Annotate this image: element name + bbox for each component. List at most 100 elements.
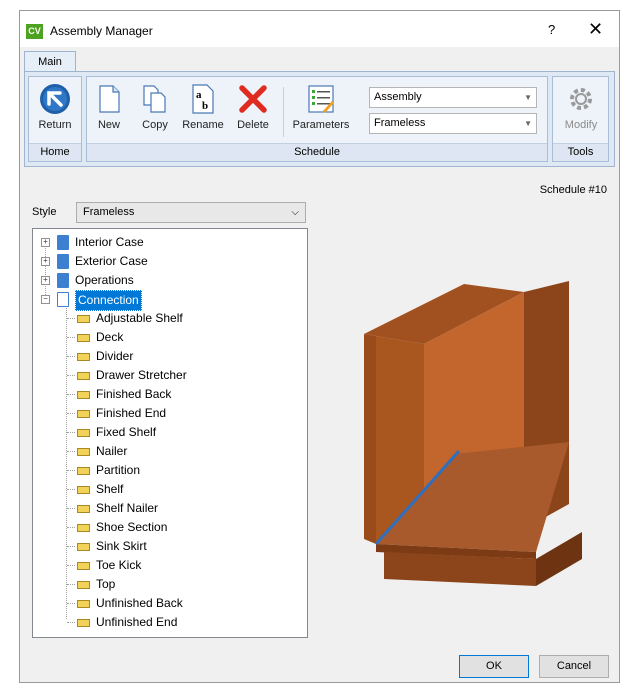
tree-item[interactable]: Divider xyxy=(33,347,303,366)
assembly-tree[interactable]: + Interior Case + Exterior Case + Operations −… xyxy=(32,228,308,638)
connection-part-icon xyxy=(77,334,90,342)
style-combo-value: Frameless xyxy=(374,117,426,129)
tree-item-label: Finished End xyxy=(96,406,167,420)
new-document-icon xyxy=(99,85,120,113)
tree-item[interactable]: Unfinished Back xyxy=(33,594,303,613)
tree-item[interactable]: Finished End xyxy=(33,404,303,423)
copy-button[interactable]: Copy xyxy=(137,83,173,131)
collapse-icon[interactable]: − xyxy=(41,295,50,304)
tree-connector xyxy=(67,622,75,623)
ribbon: Return Home New Copy a b Rename Delete P… xyxy=(24,71,615,167)
tree-item[interactable]: Drawer Stretcher xyxy=(33,366,303,385)
delete-label: Delete xyxy=(237,119,269,131)
style-combo[interactable]: Frameless ▼ xyxy=(369,113,537,134)
tree-item[interactable]: Shelf xyxy=(33,480,303,499)
parameters-button[interactable]: Parameters xyxy=(289,83,353,131)
connection-part-icon xyxy=(77,505,90,513)
tree-item-label: Unfinished Back xyxy=(96,596,183,610)
tree-group-node[interactable]: + Exterior Case xyxy=(33,252,303,271)
tree-connector xyxy=(67,375,75,376)
tree-group-label: Interior Case xyxy=(75,235,144,249)
group-home-label: Home xyxy=(29,143,81,161)
delete-button[interactable]: Delete xyxy=(233,83,273,131)
assembly-combo[interactable]: Assembly ▼ xyxy=(369,87,537,108)
chevron-down-icon: ▼ xyxy=(524,119,532,128)
rename-button[interactable]: a b Rename xyxy=(179,83,227,131)
modify-label: Modify xyxy=(564,119,598,131)
tree-connector xyxy=(67,546,75,547)
rename-icon: a b xyxy=(192,84,214,114)
connection-part-icon xyxy=(77,543,90,551)
tree-item-label: Shelf xyxy=(96,482,124,496)
schedule-number: Schedule #10 xyxy=(539,184,607,196)
tree-group-label: Exterior Case xyxy=(75,254,148,268)
tree-connector xyxy=(67,565,75,566)
tree-group-node[interactable]: + Interior Case xyxy=(33,233,303,252)
assembly-combo-value: Assembly xyxy=(374,91,422,103)
connection-part-icon xyxy=(77,562,90,570)
tree-item[interactable]: Deck xyxy=(33,328,303,347)
tree-item[interactable]: Unfinished End xyxy=(33,613,303,632)
rename-label: Rename xyxy=(182,119,224,131)
tree-connector xyxy=(67,603,75,604)
tree-connector xyxy=(67,527,75,528)
tree-connector xyxy=(67,356,75,357)
book-icon xyxy=(57,273,69,288)
style-label: Style xyxy=(32,206,57,218)
expand-icon[interactable]: + xyxy=(41,276,50,285)
delete-x-icon xyxy=(239,85,267,113)
tree-item-label: Nailer xyxy=(96,444,128,458)
tree-item-label: Shoe Section xyxy=(96,520,168,534)
tree-item-label: Divider xyxy=(96,349,134,363)
connection-part-icon xyxy=(77,524,90,532)
tree-group-node[interactable]: + Operations xyxy=(33,271,303,290)
book-icon xyxy=(57,235,69,250)
tree-item[interactable]: Shelf Nailer xyxy=(33,499,303,518)
group-home: Return Home xyxy=(28,76,82,162)
tree-group-label: Connection xyxy=(75,290,142,311)
expand-icon[interactable]: + xyxy=(41,257,50,266)
chevron-down-icon: ▼ xyxy=(524,93,532,102)
title-bar: CV Assembly Manager ? ✕ xyxy=(20,11,619,47)
connection-part-icon xyxy=(77,619,90,627)
tree-item[interactable]: Adjustable Shelf xyxy=(33,309,303,328)
ribbon-separator xyxy=(283,87,284,137)
tree-item[interactable]: Top xyxy=(33,575,303,594)
tree-connector xyxy=(67,413,75,414)
tree-item[interactable]: Finished Back xyxy=(33,385,303,404)
close-button[interactable]: ✕ xyxy=(588,19,603,40)
tree-item[interactable]: Partition xyxy=(33,461,303,480)
tree-item[interactable]: Fixed Shelf xyxy=(33,423,303,442)
modify-button[interactable]: Modify xyxy=(559,83,603,131)
style-select[interactable]: Frameless ⌵ xyxy=(76,202,306,223)
tab-main[interactable]: Main xyxy=(24,51,76,73)
tree-connector xyxy=(67,508,75,509)
tree-item[interactable]: Shoe Section xyxy=(33,518,303,537)
cancel-button[interactable]: Cancel xyxy=(539,655,609,678)
group-schedule: New Copy a b Rename Delete Parameters As… xyxy=(86,76,548,162)
new-button[interactable]: New xyxy=(91,83,127,131)
tree-item[interactable]: Sink Skirt xyxy=(33,537,303,556)
tree-item-label: Partition xyxy=(96,463,141,477)
tree-connector xyxy=(67,489,75,490)
tree-item-label: Top xyxy=(96,577,116,591)
expand-icon[interactable]: + xyxy=(41,238,50,247)
tree-connector xyxy=(67,451,75,452)
help-button[interactable]: ? xyxy=(548,22,555,37)
tree-group-node[interactable]: − Connection xyxy=(33,290,303,311)
tree-connector xyxy=(67,432,75,433)
assembly-manager-window: CV Assembly Manager ? ✕ Main Return Home xyxy=(19,10,620,683)
return-arrow-icon xyxy=(40,84,70,114)
tree-connector xyxy=(67,337,75,338)
return-button[interactable]: Return xyxy=(33,83,77,131)
tree-item-label: Toe Kick xyxy=(96,558,142,572)
tree-connector xyxy=(67,470,75,471)
tree-item[interactable]: Nailer xyxy=(33,442,303,461)
ok-button[interactable]: OK xyxy=(459,655,529,678)
copy-icon xyxy=(143,85,166,113)
tree-item[interactable]: Toe Kick xyxy=(33,556,303,575)
tree-item-label: Finished Back xyxy=(96,387,172,401)
return-label: Return xyxy=(38,119,72,131)
tree-item-label: Sink Skirt xyxy=(96,539,147,553)
svg-text:b: b xyxy=(202,100,208,112)
